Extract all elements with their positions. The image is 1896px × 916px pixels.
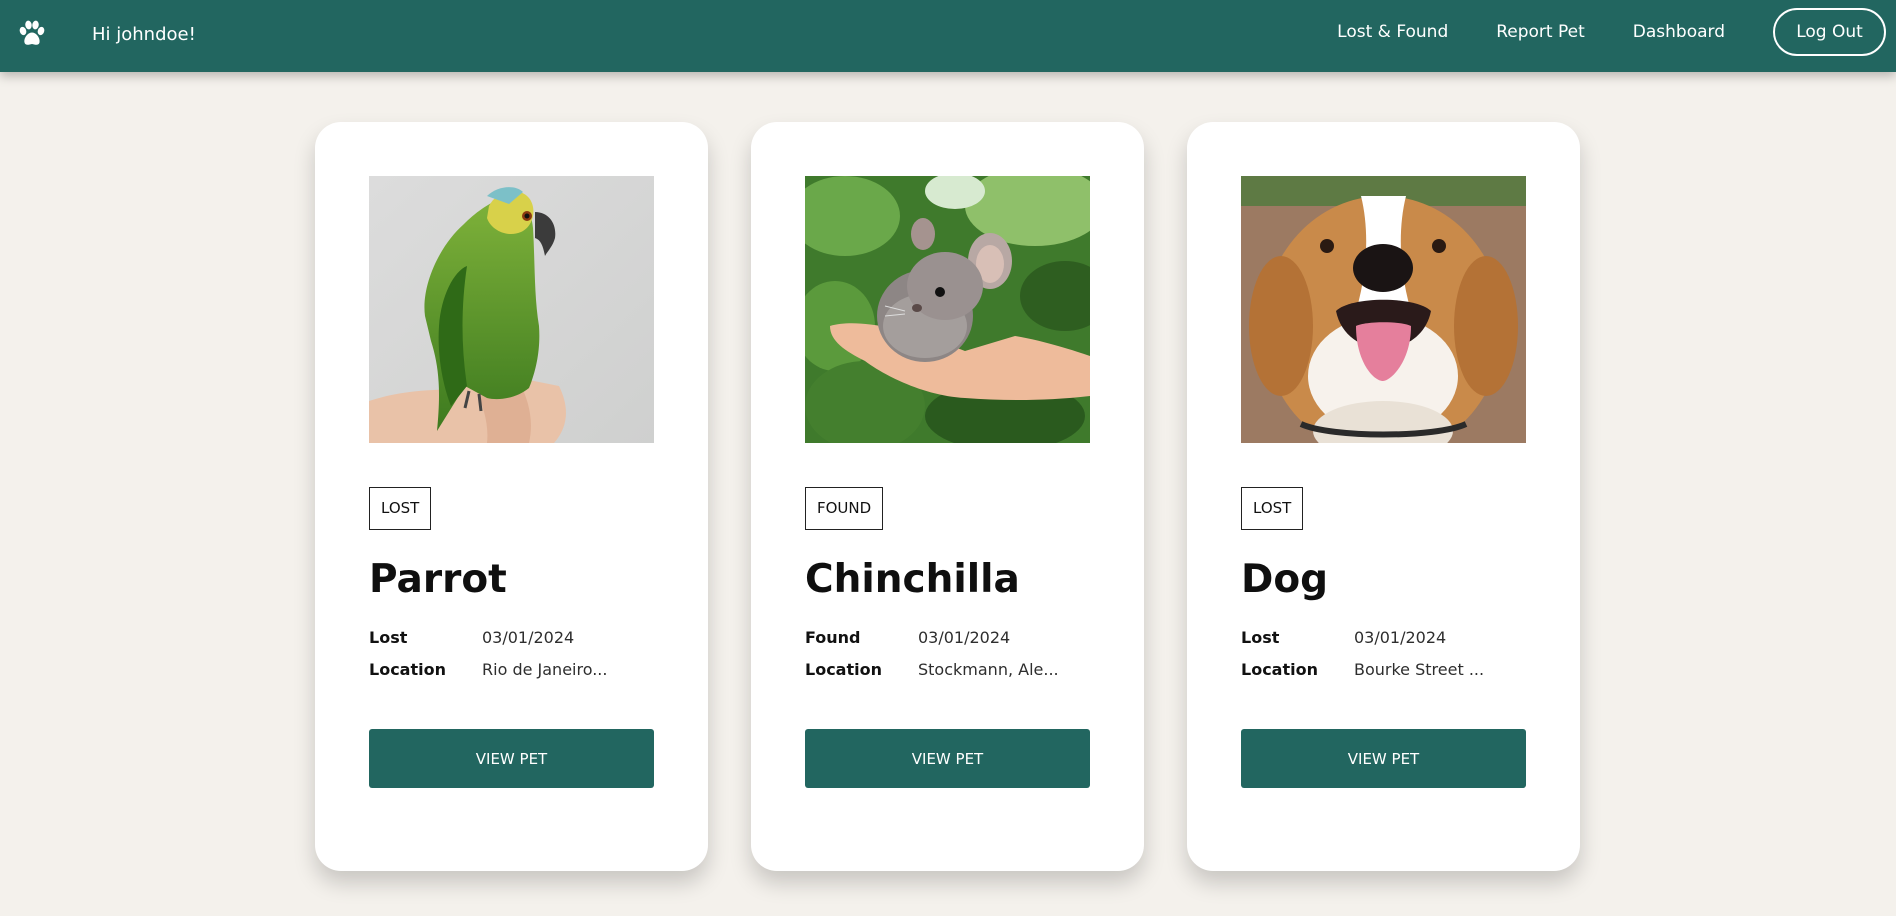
status-badge: LOST xyxy=(369,487,432,530)
location-label: Location xyxy=(369,660,446,679)
nav-menu: Lost & Found Report Pet Dashboard Log Ou… xyxy=(1337,8,1886,56)
pet-name: Dog xyxy=(1241,557,1329,602)
pet-name: Parrot xyxy=(369,557,507,602)
date-label: Lost xyxy=(369,628,408,647)
location-value: Stockmann, Ale... xyxy=(918,660,1059,679)
logout-button[interactable]: Log Out xyxy=(1773,8,1886,56)
status-badge: FOUND xyxy=(805,487,884,530)
location-value: Rio de Janeiro... xyxy=(482,660,608,679)
top-navbar: Hi johndoe! Lost & Found Report Pet Dash… xyxy=(0,0,1896,72)
greeting-text: Hi johndoe! xyxy=(92,24,196,45)
location-value: Bourke Street ... xyxy=(1354,660,1485,679)
date-label: Found xyxy=(805,628,861,647)
status-badge: LOST xyxy=(1241,487,1304,530)
date-value: 03/01/2024 xyxy=(918,628,1011,647)
date-value: 03/01/2024 xyxy=(1354,628,1447,647)
nav-report-pet[interactable]: Report Pet xyxy=(1496,22,1585,42)
date-value: 03/01/2024 xyxy=(482,628,575,647)
view-pet-button[interactable]: VIEW PET xyxy=(805,729,1090,788)
pet-card: LOST Parrot Lost 03/01/2024 Location Rio… xyxy=(315,122,708,871)
pet-name: Chinchilla xyxy=(805,557,1020,602)
pet-card-list: LOST Parrot Lost 03/01/2024 Location Rio… xyxy=(315,122,1580,871)
chinchilla-photo xyxy=(805,176,1090,443)
paw-icon[interactable] xyxy=(17,19,47,49)
view-pet-button[interactable]: VIEW PET xyxy=(1241,729,1526,788)
pet-card: FOUND Chinchilla Found 03/01/2024 Locati… xyxy=(751,122,1144,871)
location-label: Location xyxy=(805,660,882,679)
view-pet-button[interactable]: VIEW PET xyxy=(369,729,654,788)
nav-dashboard[interactable]: Dashboard xyxy=(1633,22,1725,42)
nav-lost-found[interactable]: Lost & Found xyxy=(1337,22,1448,42)
date-label: Lost xyxy=(1241,628,1280,647)
beagle-photo xyxy=(1241,176,1526,443)
location-label: Location xyxy=(1241,660,1318,679)
parrot-photo xyxy=(369,176,654,443)
pet-card: LOST Dog Lost 03/01/2024 Location Bourke… xyxy=(1187,122,1580,871)
